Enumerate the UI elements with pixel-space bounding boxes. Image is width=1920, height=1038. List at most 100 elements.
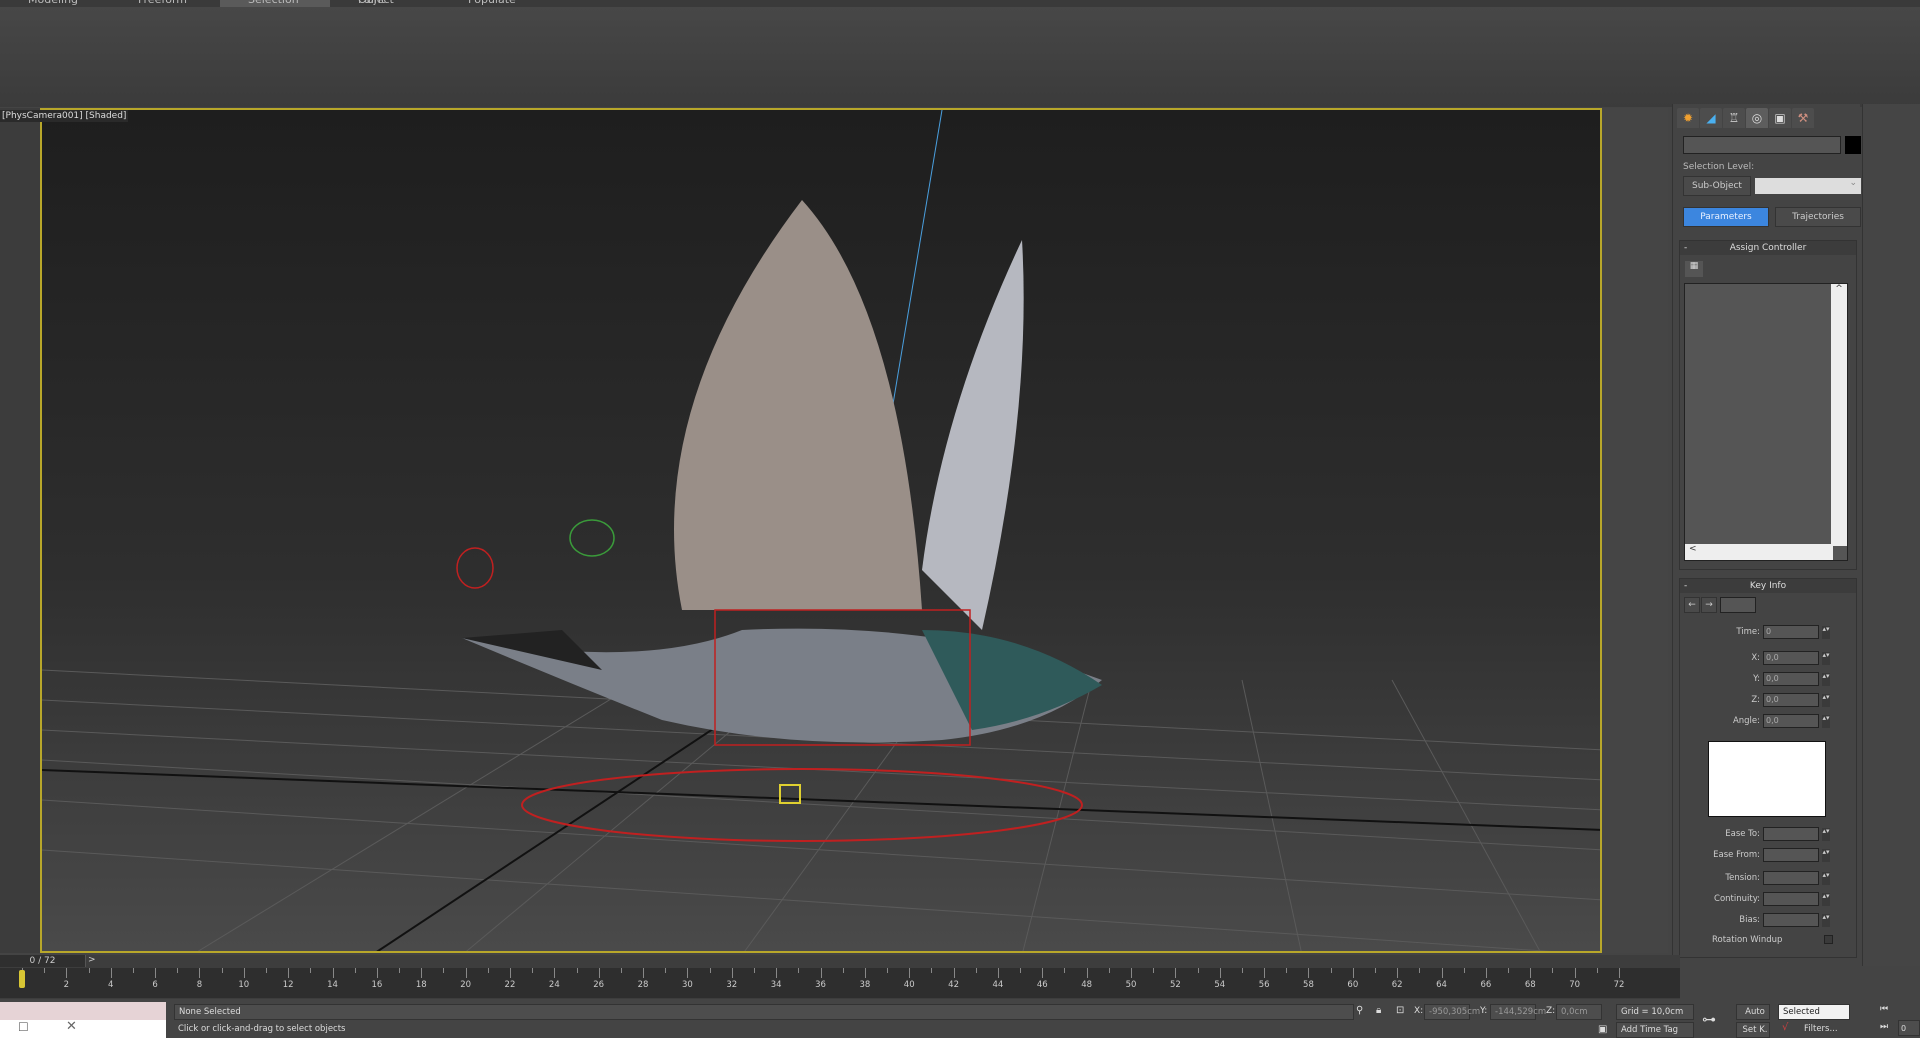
lock-icon[interactable]: 🔒︎ [1376,1005,1381,1016]
object-name-field[interactable] [1683,136,1841,154]
current-frame-field[interactable]: 0 [1898,1020,1920,1036]
command-panel-tabs: ✹ ◢ ♖ ◎ ▣ ⚒ [1677,108,1815,128]
y-field[interactable]: 0,0 [1763,672,1819,686]
assign-controller-icon[interactable]: ▦ [1685,261,1703,277]
key-filter-dropdown[interactable]: Selected [1778,1004,1850,1020]
track-bar[interactable]: 0246810121416182022242628303234363840424… [0,968,1680,998]
timeline-tick-label: 30 [681,980,693,990]
time-row: Time: 0 ▴▾ [1736,625,1830,639]
angle-field[interactable]: 0,0 [1763,714,1819,728]
z-coordinate-field[interactable]: 0,0cm [1556,1004,1602,1020]
trajectories-button[interactable]: Trajectories [1775,207,1861,227]
spinner[interactable]: ▴▾ [1822,652,1830,665]
timeline-tick-label: 48 [1081,980,1093,990]
time-slider-frame-display[interactable]: 0 / 72 [0,955,86,967]
go-to-start-icon[interactable]: ⏮ [1880,1004,1888,1014]
spinner[interactable]: ▴▾ [1822,914,1830,927]
curve-editor-icon[interactable]: √ [1782,1022,1788,1033]
spinner[interactable]: ▴▾ [1822,626,1830,639]
key-mode-icon[interactable]: ⏭ [1880,1022,1888,1032]
time-slider-next-button[interactable]: > [88,955,100,967]
ease-to-field[interactable] [1763,827,1819,841]
spinner[interactable]: ▴▾ [1822,849,1830,862]
spinner[interactable]: ▴▾ [1822,893,1830,906]
horizontal-scrollbar[interactable]: < [1685,544,1833,560]
controller-tree[interactable]: ^ < [1684,283,1848,561]
key-filters-button[interactable]: Filters... [1800,1022,1850,1038]
camera-viewport[interactable] [40,108,1602,953]
next-key-button[interactable]: → [1701,597,1717,613]
set-key-button[interactable]: Set K. [1736,1022,1770,1038]
hierarchy-icon[interactable]: ♖ [1723,108,1745,128]
timeline-tick-label: 26 [593,980,605,990]
timeline-tick-label: 14 [327,980,338,990]
sub-object-button[interactable]: Sub-Object [1683,176,1751,196]
timeline-tick [221,968,223,973]
x-field[interactable]: 0,0 [1763,651,1819,665]
motion-icon[interactable]: ◎ [1746,108,1768,128]
utilities-icon[interactable]: ⚒ [1792,108,1814,128]
ease-from-field[interactable] [1763,848,1819,862]
timeline-tick [288,968,290,978]
maximize-icon[interactable]: ☐ [18,1020,29,1034]
ease-from-row: Ease From: ▴▾ [1713,848,1830,862]
isolate-icon[interactable]: ⚲ [1356,1005,1363,1016]
prev-key-button[interactable]: ← [1684,597,1700,613]
sub-object-dropdown[interactable]: ⌄ [1755,178,1861,194]
bias-field[interactable] [1763,913,1819,927]
timeline-tick-label: 16 [371,980,383,990]
add-time-tag-button[interactable]: Add Time Tag [1616,1022,1694,1038]
parameters-button[interactable]: Parameters [1683,207,1769,227]
tab-freeform[interactable]: Freeform [110,0,220,7]
timeline-tick [1574,968,1576,978]
display-icon[interactable]: ▣ [1769,108,1791,128]
time-field[interactable]: 0 [1763,625,1819,639]
timeline-tick-label: 6 [152,980,158,990]
time-slider-handle[interactable] [19,970,25,988]
create-icon[interactable]: ✹ [1677,108,1699,128]
tab-object-paint[interactable]: Object Paint [330,0,440,7]
key-icon[interactable]: ⊶ [1702,1012,1716,1028]
timeline-tick [1108,968,1110,973]
timeline-tick [1508,968,1510,973]
timeline-tick [399,968,401,973]
assign-controller-header[interactable]: - Assign Controller [1680,241,1856,255]
timeline-tick-label: 32 [726,980,738,990]
ease-to-row: Ease To: ▴▾ [1725,827,1830,841]
timeline-tick-label: 8 [196,980,203,990]
absolute-mode-icon[interactable]: ⊡ [1396,1005,1404,1016]
modify-icon[interactable]: ◢ [1700,108,1722,128]
tab-populate[interactable]: Populate [440,0,550,7]
key-info-header[interactable]: - Key Info [1680,579,1856,593]
tcb-graph [1708,741,1826,817]
z-field[interactable]: 0,0 [1763,693,1819,707]
spinner[interactable]: ▴▾ [1822,715,1830,728]
timeline-tick [44,968,46,973]
x-coordinate-field[interactable]: -950,305cm [1424,1004,1480,1020]
vertical-scrollbar[interactable]: ^ [1831,284,1847,546]
timeline-tick-label: 56 [1258,980,1270,990]
y-coordinate-field[interactable]: -144,529cm [1490,1004,1546,1020]
spinner[interactable]: ▴▾ [1822,872,1830,885]
close-icon[interactable]: ✕ [66,1019,77,1034]
time-tag-icon[interactable]: ▣ [1598,1024,1607,1035]
continuity-field[interactable] [1763,892,1819,906]
rotation-windup-checkbox[interactable] [1824,935,1833,944]
tab-selection[interactable]: Selection [220,0,330,7]
timeline-tick [1153,968,1155,973]
spinner[interactable]: ▴▾ [1822,828,1830,841]
ribbon-tabs: Modeling Freeform Selection Object Paint… [0,0,1920,7]
spinner[interactable]: ▴▾ [1822,673,1830,686]
timeline-tick-label: 60 [1347,980,1359,990]
timeline-tick [66,968,68,978]
viewport-label[interactable]: [PhysCamera001] [Shaded] [0,110,129,122]
auto-key-button[interactable]: Auto [1736,1004,1770,1020]
key-number-field[interactable] [1720,597,1756,613]
timeline-tick [576,968,578,973]
object-color-swatch[interactable] [1845,136,1861,154]
tab-modeling[interactable]: Modeling [0,0,110,7]
status-bar: None Selected Click or click-and-drag to… [170,1000,1850,1038]
spinner[interactable]: ▴▾ [1822,694,1830,707]
timeline-tick [332,968,334,978]
tension-field[interactable] [1763,871,1819,885]
